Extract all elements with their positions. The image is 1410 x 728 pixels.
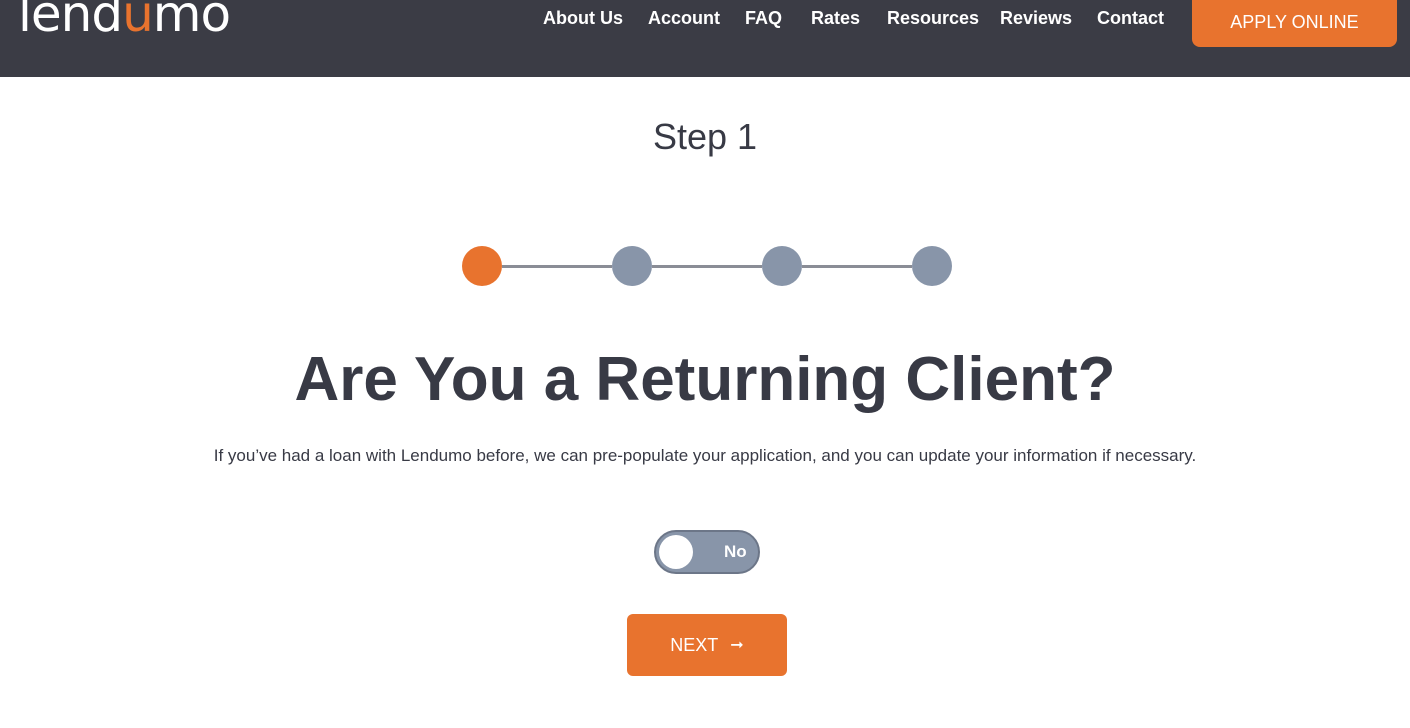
step-dot-2 — [612, 246, 652, 286]
nav-resources[interactable]: Resources — [887, 8, 979, 29]
step-connector — [802, 265, 912, 268]
step-title: Step 1 — [652, 116, 758, 157]
nav-faq[interactable]: FAQ — [745, 8, 782, 29]
nav-contact[interactable]: Contact — [1097, 8, 1164, 29]
toggle-state-label: No — [724, 542, 747, 561]
returning-client-toggle[interactable]: No — [654, 530, 760, 574]
step-dot-1 — [462, 246, 502, 286]
next-label: NEXT — [670, 634, 719, 655]
step-connector — [652, 265, 762, 268]
toggle-knob — [659, 535, 693, 569]
nav-about-us[interactable]: About Us — [543, 8, 623, 29]
apply-online-button[interactable]: APPLY ONLINE — [1192, 0, 1397, 47]
step-dot-3 — [762, 246, 802, 286]
step-connector — [502, 265, 612, 268]
page-heading: Are You a Returning Client? — [294, 345, 1116, 414]
site-header: lendümo About Us Account FAQ Rates Resou… — [0, 0, 1410, 77]
nav-rates[interactable]: Rates — [811, 8, 860, 29]
nav-reviews[interactable]: Reviews — [1000, 8, 1072, 29]
step-dot-4 — [912, 246, 952, 286]
arrow-right-icon: ➞ — [730, 637, 744, 654]
lendumo-logo[interactable]: lendümo — [18, 0, 231, 40]
next-button[interactable]: NEXT ➞ — [627, 614, 787, 676]
page-description: If you’ve had a loan with Lendumo before… — [213, 446, 1197, 465]
progress-stepper — [462, 246, 952, 286]
nav-account[interactable]: Account — [648, 8, 720, 29]
